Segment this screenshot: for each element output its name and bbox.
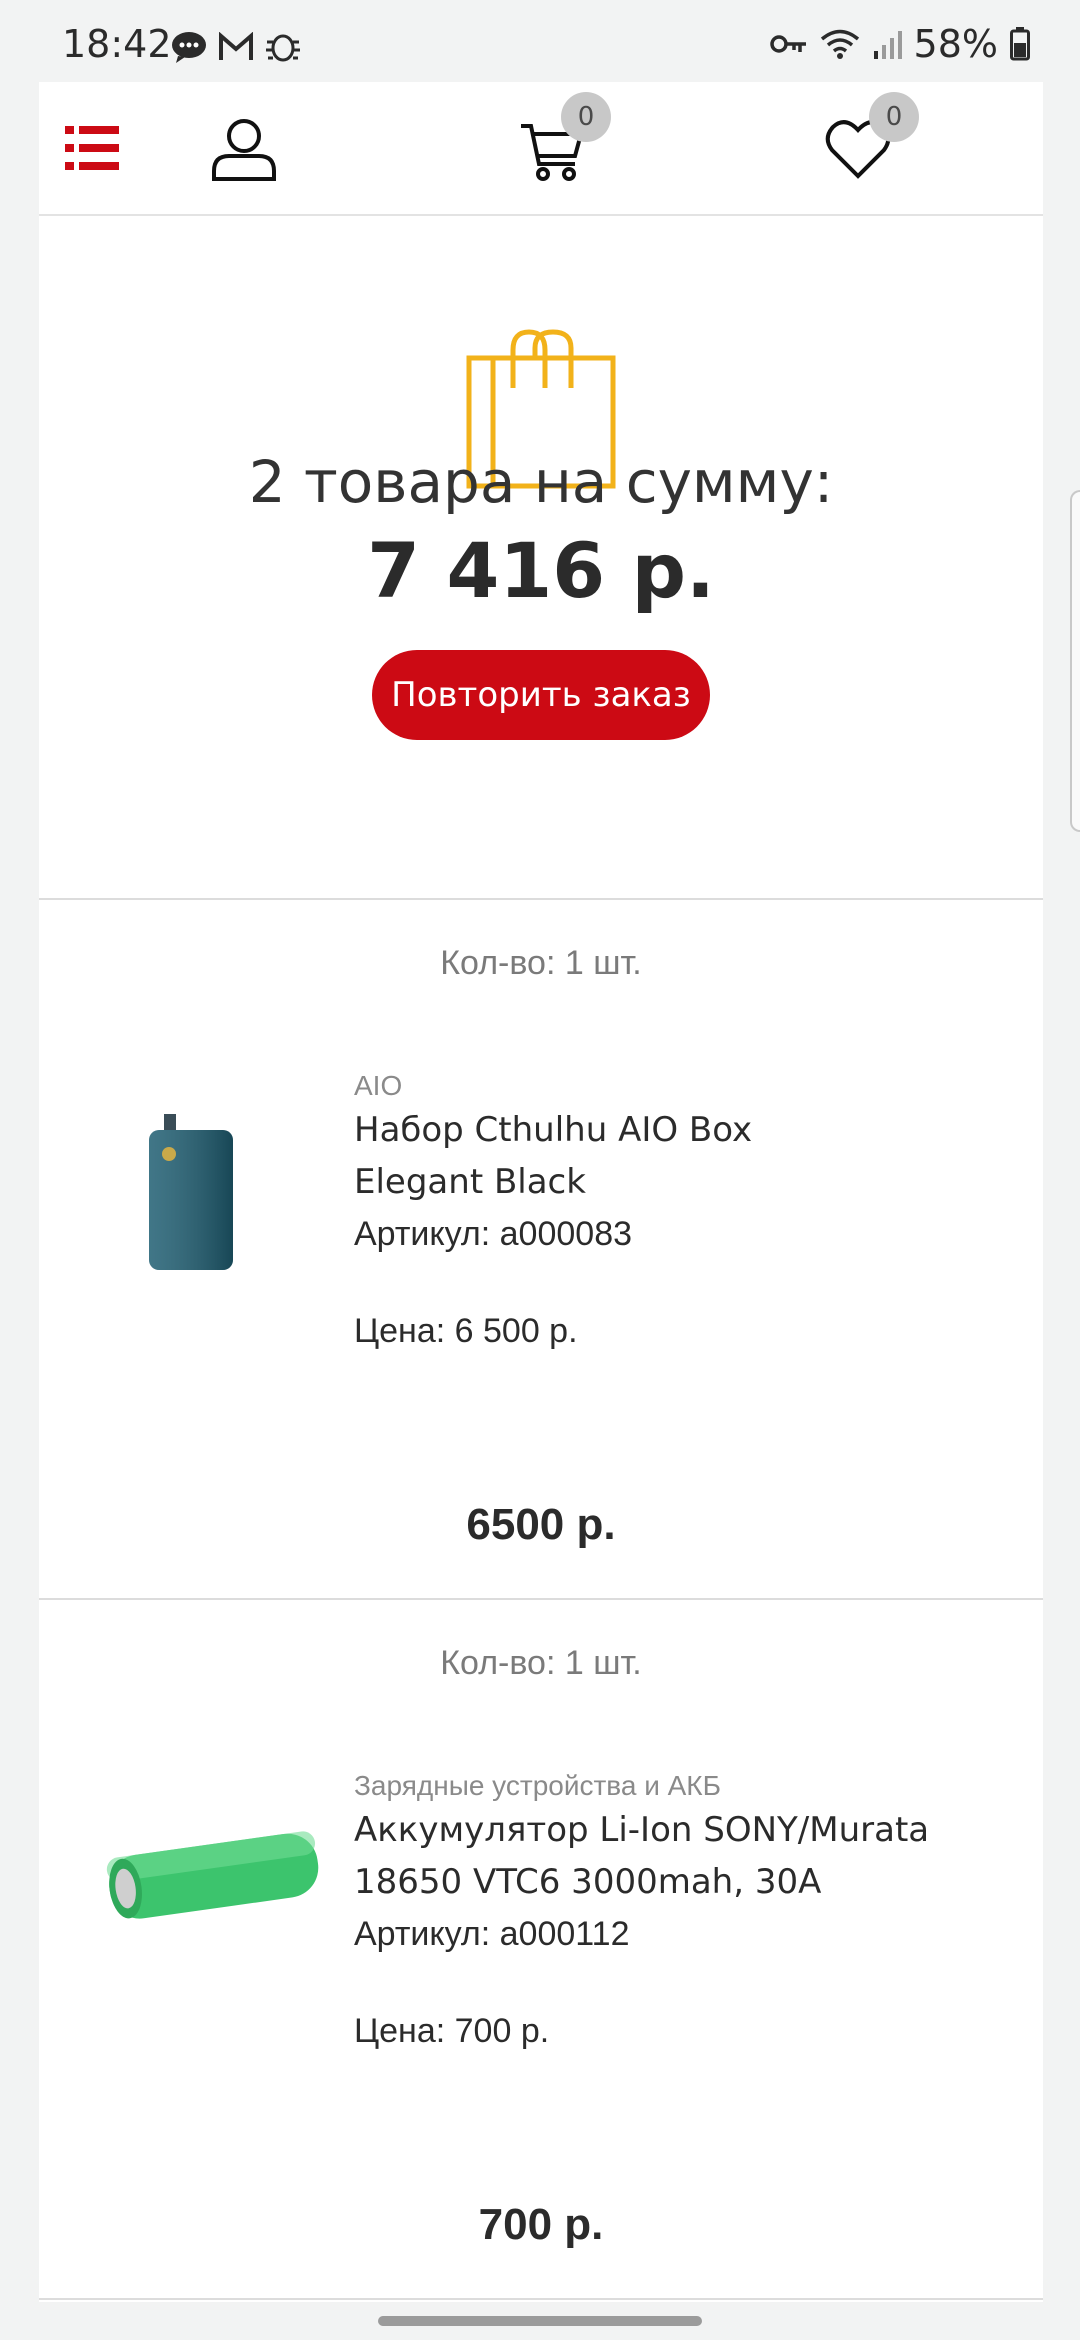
order-summary: 2 товара на сумму: 7 416 р. Повторить за…: [39, 216, 1043, 900]
status-time: 18:42: [62, 22, 172, 66]
battery-percentage: 58%: [913, 22, 998, 66]
product-image-battery[interactable]: [95, 1818, 335, 1938]
profile-button[interactable]: [211, 116, 277, 186]
item-info: AIO Набор Cthulhu AIO Box Elegant Black …: [354, 1068, 994, 1351]
edge-scroll-handle[interactable]: [1070, 490, 1080, 832]
cart-count-badge: 0: [561, 92, 611, 142]
header-toolbar: 0 0: [39, 82, 1043, 216]
item-line-total: 6500 р.: [466, 1500, 616, 1549]
order-item: Кол-во: 1 шт. Зарядные устройства и АКБ …: [39, 1600, 1043, 2300]
item-price: Цена: 700 р.: [354, 2012, 550, 2050]
user-icon: [212, 119, 276, 181]
cart-button[interactable]: 0: [519, 92, 611, 188]
product-image-pod-kit[interactable]: [119, 1106, 279, 1276]
status-bar: 18:42 58%: [0, 0, 1080, 82]
favorites-button[interactable]: 0: [825, 92, 919, 184]
order-item: Кол-во: 1 шт. AIO Набор Cthulhu AIO Box …: [39, 900, 1043, 1600]
item-sku: Артикул: a000083: [354, 1215, 633, 1253]
order-details-page: 0 0 2 товара на сумму: 7 416 р. Повторит…: [39, 82, 1043, 2302]
item-info: Зарядные устройства и АКБ Аккумулятор Li…: [354, 1768, 994, 2051]
item-name-line1[interactable]: Набор Cthulhu AIO Box: [354, 1104, 994, 1156]
item-line-total: 700 р.: [478, 2200, 604, 2249]
item-price: Цена: 6 500 р.: [354, 1312, 578, 1350]
item-sku: Артикул: a000112: [354, 1915, 630, 1953]
gmail-icon: [219, 32, 253, 60]
menu-list-icon: [65, 126, 119, 170]
item-name-line2[interactable]: Elegant Black: [354, 1156, 994, 1208]
bug-icon: [266, 34, 300, 62]
favorites-count-badge: 0: [869, 92, 919, 142]
vpn-key-icon: [769, 35, 806, 53]
signal-icon: [873, 31, 902, 59]
system-icons: 58%: [769, 22, 1030, 66]
item-name-line2[interactable]: 18650 VTC6 3000mah, 30A: [354, 1856, 994, 1908]
item-category: Зарядные устройства и АКБ: [354, 1770, 721, 1801]
chat-icon: [172, 32, 206, 63]
item-quantity: Кол-во: 1 шт.: [440, 1644, 642, 1682]
item-quantity: Кол-во: 1 шт.: [440, 944, 642, 982]
wifi-icon: [820, 29, 859, 59]
notification-icons: [170, 30, 302, 64]
repeat-order-button[interactable]: Повторить заказ: [372, 650, 710, 740]
gesture-navigation-bar[interactable]: [378, 2316, 702, 2326]
order-summary-text: 2 товара на сумму:: [248, 448, 834, 516]
item-name-line1[interactable]: Аккумулятор Li-Ion SONY/Murata: [354, 1804, 994, 1856]
order-total: 7 416 р.: [367, 526, 715, 615]
item-category: AIO: [354, 1070, 403, 1101]
battery-icon: [1010, 27, 1030, 61]
menu-button[interactable]: [65, 124, 121, 176]
